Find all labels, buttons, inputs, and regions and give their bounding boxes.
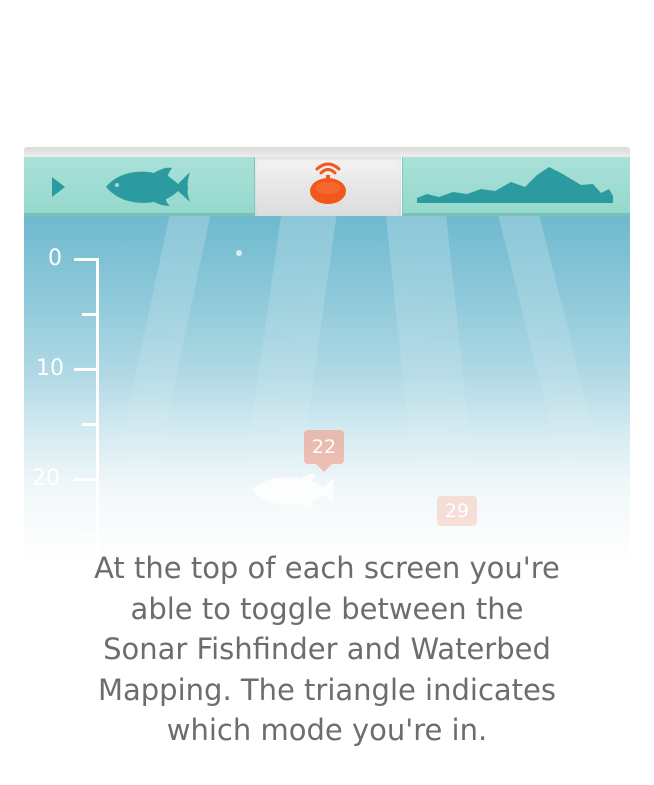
fish-icon — [106, 167, 190, 206]
tab-waterbed-mapping[interactable] — [402, 157, 630, 216]
light-ray — [384, 216, 478, 518]
caption-line: At the top of each screen you're — [94, 551, 560, 585]
depth-tick-major — [74, 368, 99, 371]
caption-line: Mapping. The triangle indicates — [97, 672, 556, 707]
depth-label: 0 — [48, 246, 62, 271]
depth-tick-major — [74, 258, 99, 261]
sonar-water-view: 0 10 20 22 29 — [24, 216, 630, 567]
depth-tick-minor — [82, 533, 99, 536]
mode-tab-bar — [24, 157, 630, 217]
triangle-right-icon — [52, 177, 65, 197]
caption-line: able to toggle between the — [130, 591, 524, 626]
depth-tick-minor — [82, 423, 99, 426]
depth-label: 20 — [32, 466, 60, 491]
instruction-caption: At the top of each screen you're able to… — [20, 548, 634, 751]
light-glow — [236, 250, 242, 256]
tab-sonar-device[interactable] — [255, 157, 401, 216]
caption-line: Sonar Fishfinder and Waterbed — [103, 632, 551, 666]
depth-tick-major — [74, 478, 99, 481]
app-frame: 0 10 20 22 29 — [24, 147, 630, 567]
tab-sonar-fishfinder[interactable] — [24, 157, 255, 216]
depth-tick-minor — [82, 313, 99, 316]
light-ray — [494, 216, 611, 512]
depth-label: 10 — [36, 356, 64, 381]
sonar-device-icon — [310, 162, 346, 204]
fish-depth-marker: 29 — [437, 496, 477, 526]
fish-depth-marker: 22 — [304, 430, 344, 472]
fish-silhouette-icon — [252, 473, 335, 508]
light-ray — [107, 216, 214, 514]
caption-line: which mode you're in. — [166, 713, 488, 747]
depth-scale-line — [96, 258, 99, 567]
waterbed-profile-icon — [417, 167, 613, 203]
frame-top-edge — [24, 147, 630, 157]
